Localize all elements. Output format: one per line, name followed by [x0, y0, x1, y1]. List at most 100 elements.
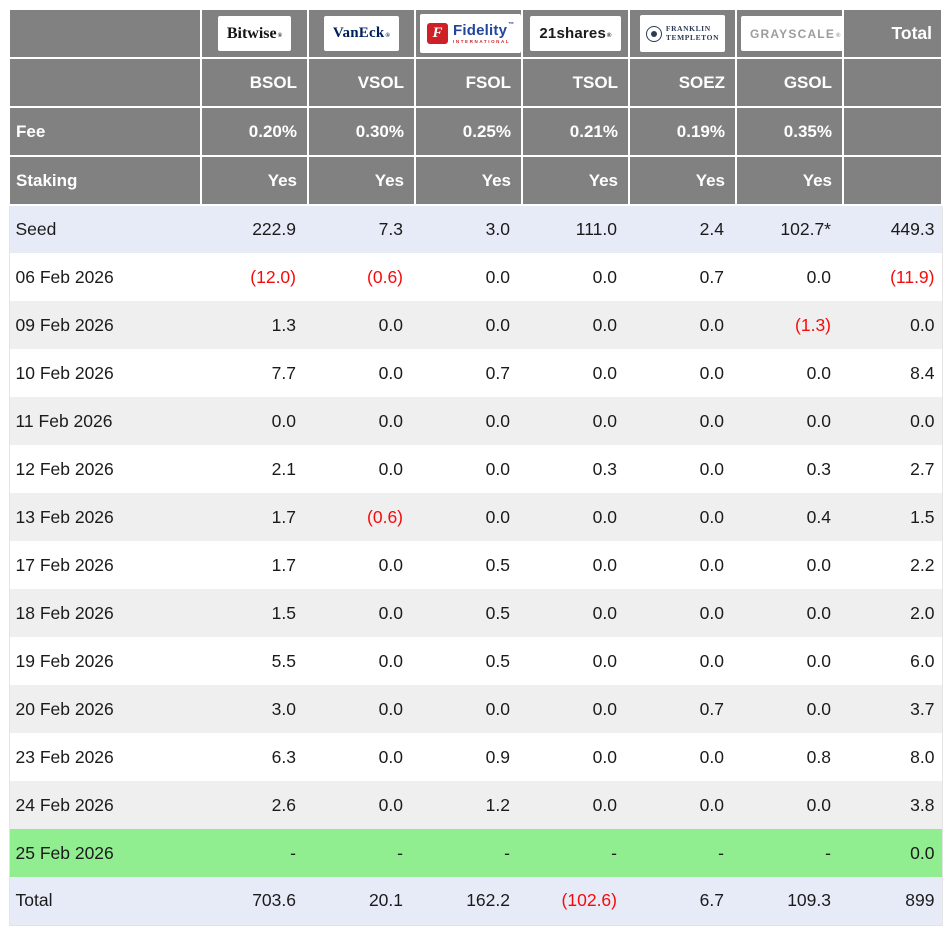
flow-value-cell: 0.0 [736, 685, 843, 733]
table-row: 11 Feb 20260.00.00.00.00.00.00.0 [9, 397, 942, 445]
flow-value-cell: 2.6 [201, 781, 308, 829]
flow-value-cell: 0.0 [629, 445, 736, 493]
flow-value-cell: 0.0 [522, 733, 629, 781]
flow-value-cell: 0.0 [522, 685, 629, 733]
flow-value-cell: 0.0 [629, 589, 736, 637]
flow-value-cell: - [629, 829, 736, 877]
issuer-logo-cell: FFidelity™INTERNATIONAL [415, 9, 522, 58]
flow-value-cell: 0.5 [415, 637, 522, 685]
row-total-cell: 2.0 [843, 589, 942, 637]
row-label-cell: 24 Feb 2026 [9, 781, 201, 829]
fee-total-cell [843, 107, 942, 156]
flow-value-cell: - [415, 829, 522, 877]
fidelity-logo: FFidelity™INTERNATIONAL [420, 14, 521, 53]
staking-cell: Yes [629, 156, 736, 205]
ticker-cell: SOEZ [629, 58, 736, 107]
fidelity-f-icon: F [427, 23, 448, 44]
table-row: 13 Feb 20261.7(0.6)0.00.00.00.41.5 [9, 493, 942, 541]
flow-value-cell: 0.0 [736, 589, 843, 637]
flow-value-cell: (1.3) [736, 301, 843, 349]
flow-value-cell: 0.0 [736, 253, 843, 301]
flow-value-cell: 1.7 [201, 541, 308, 589]
staking-cell: Yes [736, 156, 843, 205]
corner-cell [9, 9, 201, 58]
flow-value-cell: 0.7 [415, 349, 522, 397]
row-label-cell: 12 Feb 2026 [9, 445, 201, 493]
table-row: 19 Feb 20265.50.00.50.00.00.06.0 [9, 637, 942, 685]
flow-value-cell: 2.1 [201, 445, 308, 493]
total-column-header: Total [843, 9, 942, 58]
flow-value-cell: 0.0 [308, 637, 415, 685]
flow-value-cell: 162.2 [415, 877, 522, 925]
flow-value-cell: 0.0 [415, 493, 522, 541]
flow-value-cell: 102.7* [736, 205, 843, 253]
flow-value-cell: 0.0 [308, 445, 415, 493]
staking-total-cell [843, 156, 942, 205]
row-total-cell: 449.3 [843, 205, 942, 253]
row-total-cell: (11.9) [843, 253, 942, 301]
flow-value-cell: (0.6) [308, 253, 415, 301]
table-row: 09 Feb 20261.30.00.00.00.0(1.3)0.0 [9, 301, 942, 349]
flow-value-cell: 0.3 [736, 445, 843, 493]
table-head: Bitwise® VanEck® FFidelity™INTERNATIONAL 21… [9, 9, 942, 205]
table-row: 06 Feb 2026(12.0)(0.6)0.00.00.70.0(11.9) [9, 253, 942, 301]
flow-value-cell: 0.0 [629, 733, 736, 781]
flow-value-cell: 0.0 [415, 253, 522, 301]
row-total-cell: 0.0 [843, 301, 942, 349]
flow-value-cell: 0.5 [415, 589, 522, 637]
fee-cell: 0.20% [201, 107, 308, 156]
page: Bitwise® VanEck® FFidelity™INTERNATIONAL 21… [0, 0, 948, 926]
row-label-cell: 19 Feb 2026 [9, 637, 201, 685]
issuer-logo-cell: FRANKLINTEMPLETON [629, 9, 736, 58]
ticker-cell: VSOL [308, 58, 415, 107]
flow-value-cell: 0.7 [629, 253, 736, 301]
flow-value-cell: 1.2 [415, 781, 522, 829]
shares21-logo: 21shares® [530, 16, 620, 51]
table-row: 12 Feb 20262.10.00.00.30.00.32.7 [9, 445, 942, 493]
ticker-cell: GSOL [736, 58, 843, 107]
row-label-cell: 20 Feb 2026 [9, 685, 201, 733]
row-total-cell: 3.7 [843, 685, 942, 733]
issuer-logo-cell: VanEck® [308, 9, 415, 58]
flow-value-cell: 0.0 [522, 493, 629, 541]
flow-value-cell: 0.0 [629, 349, 736, 397]
table-row: 23 Feb 20266.30.00.90.00.00.88.0 [9, 733, 942, 781]
issuer-logo-cell: Bitwise® [201, 9, 308, 58]
flow-value-cell: - [736, 829, 843, 877]
flow-value-cell: 0.0 [522, 397, 629, 445]
flow-value-cell: 0.0 [522, 781, 629, 829]
fee-cell: 0.19% [629, 107, 736, 156]
row-label-cell: Seed [9, 205, 201, 253]
issuer-logo-cell: GRAYSCALE® [736, 9, 843, 58]
row-total-cell: 0.0 [843, 397, 942, 445]
table-row: Seed222.97.33.0111.02.4102.7*449.3 [9, 205, 942, 253]
flow-value-cell: 0.0 [736, 637, 843, 685]
flow-value-cell: 0.0 [736, 397, 843, 445]
flow-value-cell: 0.3 [522, 445, 629, 493]
flow-value-cell: (12.0) [201, 253, 308, 301]
franklin-templeton-logo: FRANKLINTEMPLETON [640, 15, 725, 52]
flow-value-cell: 6.3 [201, 733, 308, 781]
flow-value-cell: 3.0 [415, 205, 522, 253]
fee-cell: 0.21% [522, 107, 629, 156]
flow-value-cell: 0.0 [308, 781, 415, 829]
row-total-cell: 6.0 [843, 637, 942, 685]
table-body: Seed222.97.33.0111.02.4102.7*449.306 Feb… [9, 205, 942, 925]
row-total-cell: 8.0 [843, 733, 942, 781]
flow-value-cell: 0.0 [629, 301, 736, 349]
flow-value-cell: 1.5 [201, 589, 308, 637]
flow-value-cell: - [308, 829, 415, 877]
row-total-cell: 899 [843, 877, 942, 925]
row-label-cell: 06 Feb 2026 [9, 253, 201, 301]
flow-value-cell: 7.7 [201, 349, 308, 397]
grayscale-logo: GRAYSCALE® [741, 16, 843, 51]
flow-value-cell: 3.0 [201, 685, 308, 733]
vaneck-logo: VanEck® [324, 16, 399, 51]
table-row: Total703.620.1162.2(102.6)6.7109.3899 [9, 877, 942, 925]
ticker-row-label [9, 58, 201, 107]
row-label-cell: 23 Feb 2026 [9, 733, 201, 781]
table-row: 18 Feb 20261.50.00.50.00.00.02.0 [9, 589, 942, 637]
issuer-logo-text: TEMPLETON [666, 34, 719, 43]
flow-value-cell: 0.0 [522, 349, 629, 397]
ticker-cell: BSOL [201, 58, 308, 107]
